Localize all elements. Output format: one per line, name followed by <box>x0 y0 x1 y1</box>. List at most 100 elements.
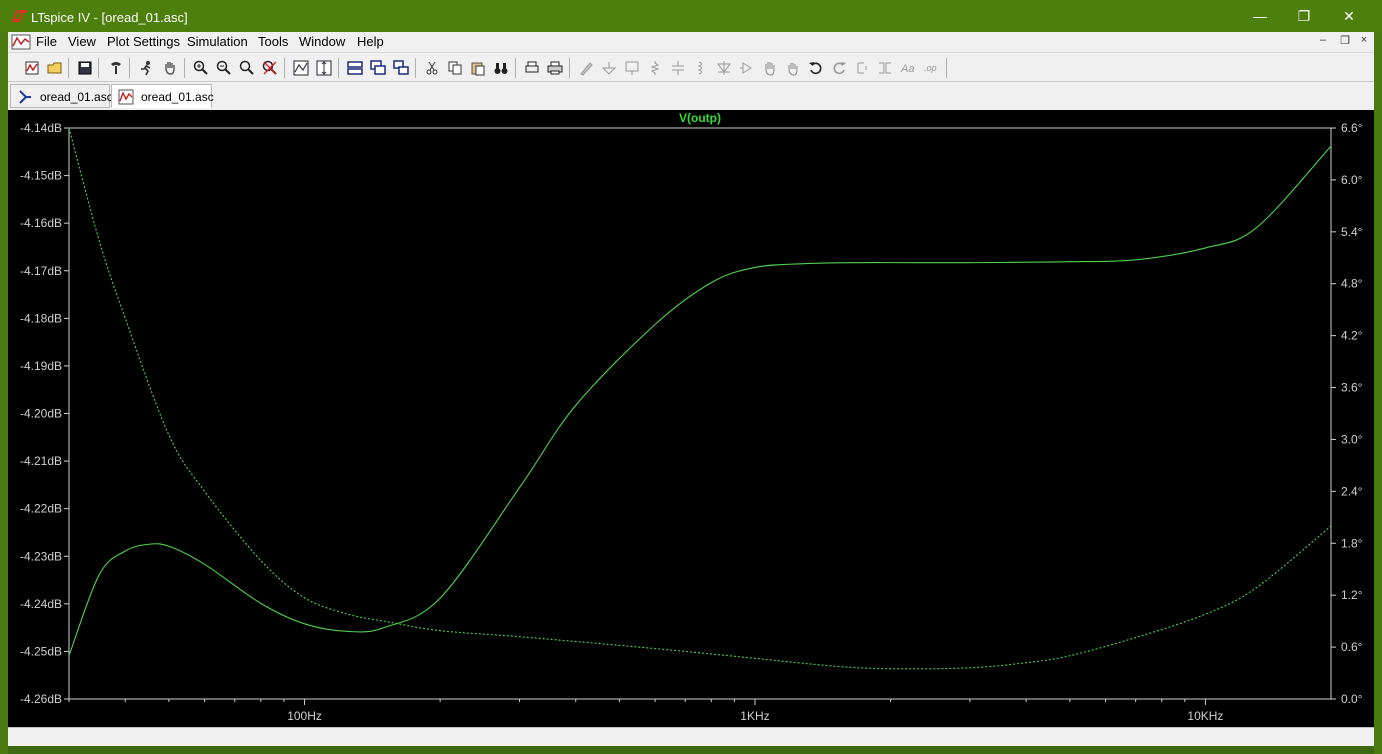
mdi-minimize-button[interactable]: – <box>1315 34 1331 46</box>
y-right-tick-label: 1.8° <box>1341 536 1363 550</box>
y-right-tick-label: 0.6° <box>1341 640 1363 654</box>
y-left-tick-label: -4.26dB <box>20 692 62 706</box>
cut-icon[interactable] <box>422 58 442 78</box>
menu-plot-settings[interactable]: Plot Settings <box>107 34 180 49</box>
menu-help[interactable]: Help <box>357 34 384 49</box>
mdi-close-button[interactable]: × <box>1356 34 1372 46</box>
svg-text:.op: .op <box>924 63 937 73</box>
tile-horizontal-icon[interactable] <box>345 58 365 78</box>
plot-frame <box>68 127 1332 700</box>
zoom-in-icon[interactable] <box>191 58 211 78</box>
minimize-button[interactable]: — <box>1237 0 1283 32</box>
waveform-icon <box>118 89 134 105</box>
toolbar-separator <box>569 58 570 78</box>
label-net-icon <box>622 58 642 78</box>
open-icon[interactable] <box>45 58 65 78</box>
y-right-tick-label: 4.8° <box>1341 277 1363 291</box>
y-left-tick-label: -4.20dB <box>20 407 62 421</box>
tab-label: oread_01.asc <box>40 90 113 104</box>
control-panel-icon[interactable] <box>106 58 126 78</box>
toolbar-separator <box>515 58 516 78</box>
toolbar: Aa .op <box>8 52 1374 82</box>
save-icon[interactable] <box>75 58 95 78</box>
cascade-icon[interactable] <box>368 58 388 78</box>
ltspice-logo-icon <box>12 10 27 22</box>
close-button[interactable]: ✕ <box>1326 0 1372 32</box>
inductor-icon <box>691 58 711 78</box>
menu-view[interactable]: View <box>68 34 96 49</box>
waveform-doc-icon <box>11 34 31 50</box>
run-icon[interactable] <box>136 58 156 78</box>
autoscale-icon[interactable] <box>291 58 311 78</box>
pan-hand-icon[interactable] <box>160 58 180 78</box>
tab-waveform[interactable]: oread_01.asc <box>111 84 214 108</box>
trace-magnitude[interactable] <box>68 145 1332 656</box>
undo-icon[interactable] <box>806 58 826 78</box>
toolbar-separator <box>98 58 99 78</box>
print-preview-icon[interactable] <box>522 58 542 78</box>
y-right-tick-label: 6.0° <box>1341 173 1363 187</box>
trace-phase[interactable] <box>68 127 1332 670</box>
tile-vertical-icon[interactable] <box>391 58 411 78</box>
y-left-tick-label: -4.15dB <box>20 169 62 183</box>
y-left-tick-label: -4.25dB <box>20 644 62 658</box>
menu-window[interactable]: Window <box>299 34 345 49</box>
toolbar-separator <box>129 58 130 78</box>
y-right-tick-label: 5.4° <box>1341 225 1363 239</box>
x-tick-label: 1KHz <box>740 709 769 723</box>
paste-icon[interactable] <box>468 58 488 78</box>
toolbar-separator <box>946 58 947 78</box>
y-left-tick-label: -4.22dB <box>20 502 62 516</box>
window-title: LTspice IV - [oread_01.asc] <box>31 10 188 25</box>
find-binoculars-icon[interactable] <box>491 58 511 78</box>
toolbar-separator <box>284 58 285 78</box>
print-icon[interactable] <box>545 58 565 78</box>
y-left-tick-label: -4.21dB <box>20 454 62 468</box>
component-icon <box>737 58 757 78</box>
draw-wire-icon <box>576 58 596 78</box>
tab-schematic[interactable]: oread_01.asc <box>10 84 113 108</box>
chart-title[interactable]: V(outp) <box>679 111 721 125</box>
y-left-tick-label: -4.19dB <box>20 359 62 373</box>
bode-plot[interactable]: -4.14dB -4.15dB -4.16dB -4.17dB -4.18dB -4.19… <box>8 110 1374 727</box>
menu-file[interactable]: File <box>36 34 57 49</box>
y-right-tick-label: 6.6° <box>1341 121 1363 135</box>
mirror-icon <box>875 58 895 78</box>
zoom-fit-icon[interactable] <box>237 58 257 78</box>
y-right-tick-label: 0.0° <box>1341 692 1363 706</box>
zoom-cancel-icon[interactable] <box>260 58 280 78</box>
mdi-restore-button[interactable]: ❐ <box>1337 34 1353 47</box>
svg-text:Aa: Aa <box>900 63 914 75</box>
y-left-tick-label: -4.24dB <box>20 597 62 611</box>
toolbar-separator <box>338 58 339 78</box>
autoscale-y-icon[interactable] <box>314 58 334 78</box>
menu-bar: File View Plot Settings Simulation Tools… <box>8 32 1374 52</box>
menu-simulation[interactable]: Simulation <box>187 34 248 49</box>
spice-directive-icon: .op <box>921 58 941 78</box>
resistor-icon <box>645 58 665 78</box>
y-right-tick-label: 3.0° <box>1341 432 1363 446</box>
y-left-tick-label: -4.17dB <box>20 264 62 278</box>
menu-tools[interactable]: Tools <box>258 34 288 49</box>
move-hand-icon <box>760 58 780 78</box>
y-right-tick-label: 3.6° <box>1341 381 1363 395</box>
x-tick-label: 100Hz <box>287 709 322 723</box>
y-right-tick-label: 4.2° <box>1341 329 1363 343</box>
restore-button[interactable]: ❐ <box>1281 0 1327 32</box>
ground-icon <box>599 58 619 78</box>
copy-icon[interactable] <box>445 58 465 78</box>
y-right-tick-label: 2.4° <box>1341 484 1363 498</box>
ltspice-window: LTspice IV - [oread_01.asc] — ❐ ✕ File V… <box>0 0 1382 754</box>
waveform-plot-pane[interactable]: -4.14dB -4.15dB -4.16dB -4.17dB -4.18dB -4.19… <box>8 110 1374 727</box>
tab-label: oread_01.asc <box>141 90 214 104</box>
toolbar-separator <box>415 58 416 78</box>
toolbar-separator <box>68 58 69 78</box>
x-tick-label: 10KHz <box>1187 709 1223 723</box>
zoom-out-icon[interactable] <box>214 58 234 78</box>
toolbar-separator <box>184 58 185 78</box>
new-schematic-icon[interactable] <box>22 58 42 78</box>
title-bar[interactable]: LTspice IV - [oread_01.asc] — ❐ ✕ <box>0 0 1382 32</box>
diode-icon <box>714 58 734 78</box>
document-tabs: oread_01.asc oread_01.asc <box>8 82 1374 110</box>
drag-hand-icon <box>783 58 803 78</box>
